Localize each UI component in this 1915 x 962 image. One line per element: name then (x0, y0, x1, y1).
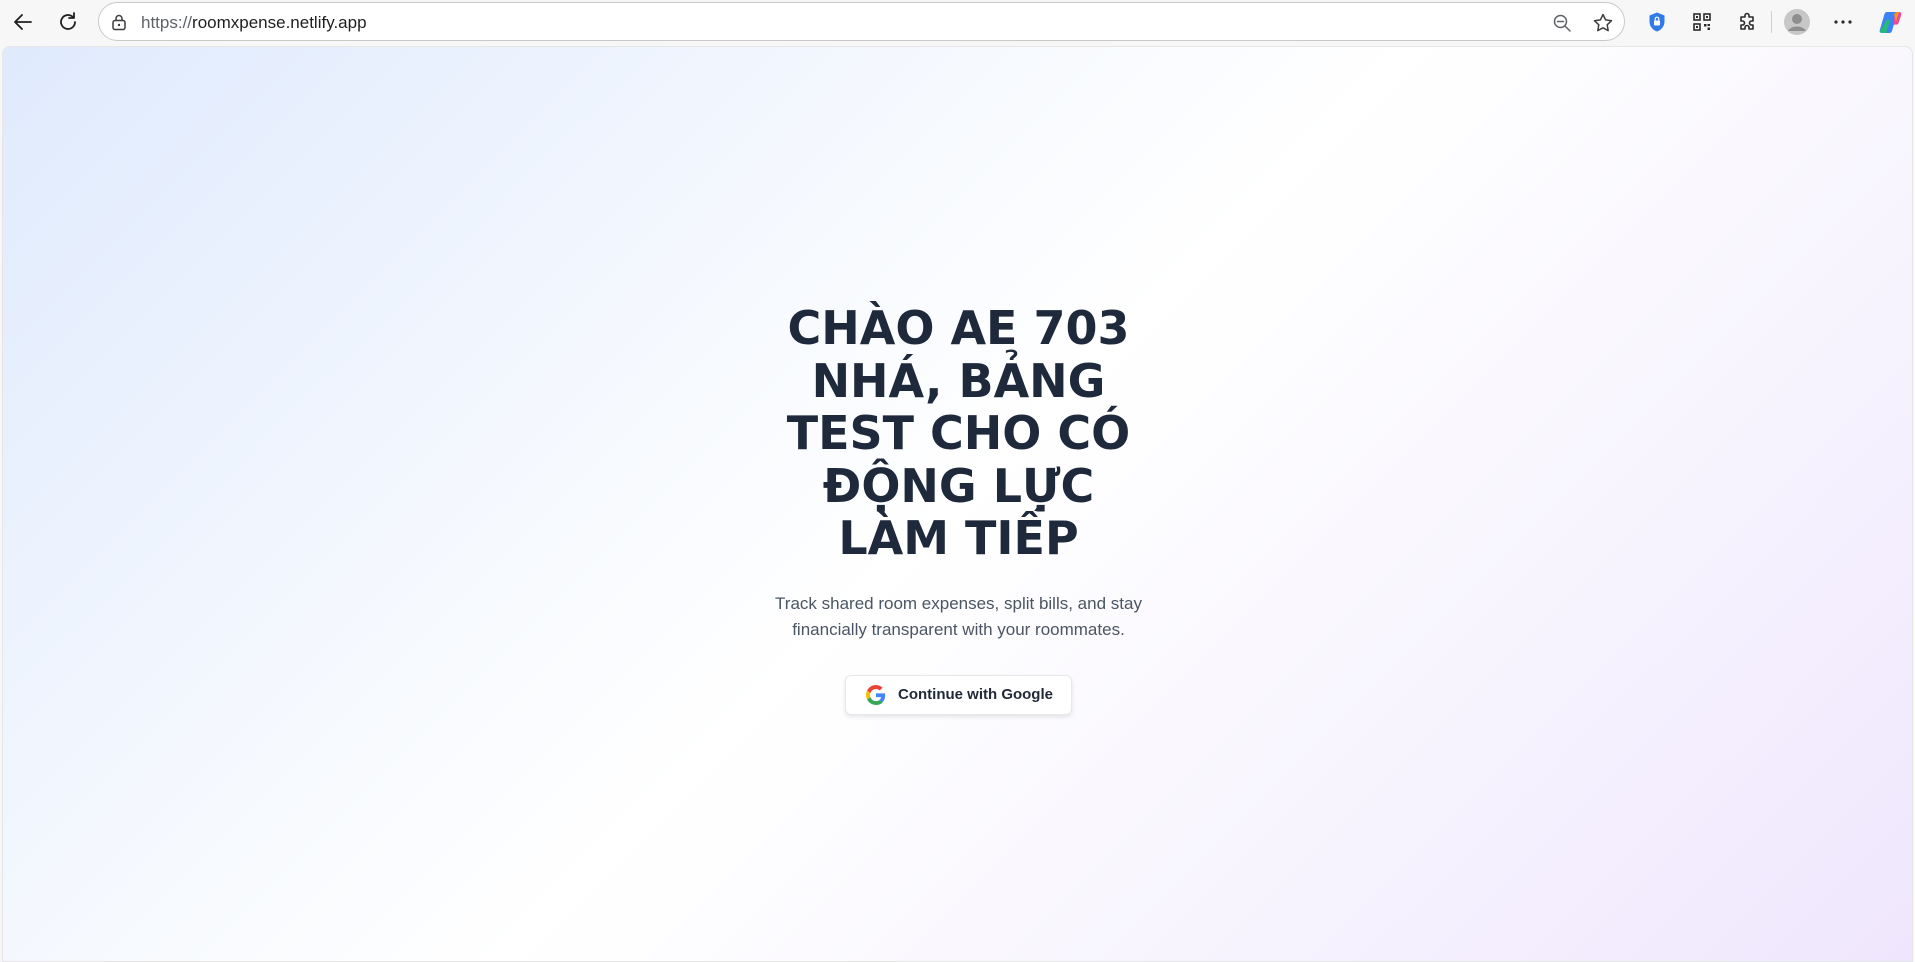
qr-code-icon (1693, 13, 1711, 31)
qr-code-button[interactable] (1687, 7, 1717, 37)
url-host: roomxpense.netlify.app (192, 13, 367, 32)
hero-section: CHÀO AE 703 NHÁ, BẢNG TEST CHO CÓ ĐỘNG L… (3, 301, 1912, 715)
url-scheme: https:// (141, 13, 193, 32)
browser-toolbar: https://roomxpense.netlify.app (0, 0, 1915, 44)
copilot-button[interactable] (1876, 7, 1906, 37)
favorite-star-icon (1593, 13, 1613, 32)
reload-icon (60, 12, 76, 30)
shield-icon (1649, 12, 1665, 32)
google-button-label: Continue with Google (898, 686, 1053, 703)
google-logo-icon (866, 684, 886, 705)
extensions-button[interactable] (1733, 7, 1763, 37)
zoom-button[interactable] (1550, 11, 1574, 35)
address-bar[interactable]: https://roomxpense.netlify.app (98, 2, 1625, 41)
page-title: CHÀO AE 703 NHÁ, BẢNG TEST CHO CÓ ĐỘNG L… (786, 301, 1131, 565)
shield-extension-button[interactable] (1642, 7, 1672, 37)
more-menu-icon (1834, 20, 1852, 24)
reload-button[interactable] (53, 7, 83, 37)
toolbar-divider (1771, 11, 1772, 33)
site-info-button[interactable] (109, 12, 129, 32)
profile-button[interactable] (1782, 7, 1812, 37)
page-viewport: CHÀO AE 703 NHÁ, BẢNG TEST CHO CÓ ĐỘNG L… (2, 46, 1913, 962)
copilot-icon (1879, 12, 1902, 33)
favorite-button[interactable] (1591, 11, 1615, 35)
site-info-icon (112, 14, 126, 31)
back-arrow-icon (14, 14, 32, 30)
back-button[interactable] (8, 7, 38, 37)
page-subtitle: Track shared room expenses, split bills,… (775, 593, 1142, 639)
url-text[interactable]: https://roomxpense.netlify.app (141, 13, 367, 33)
more-menu-button[interactable] (1828, 7, 1858, 37)
continue-with-google-button[interactable]: Continue with Google (845, 674, 1072, 715)
profile-avatar-icon (1784, 9, 1810, 35)
zoom-out-icon (1553, 14, 1571, 32)
extensions-icon (1740, 12, 1754, 30)
